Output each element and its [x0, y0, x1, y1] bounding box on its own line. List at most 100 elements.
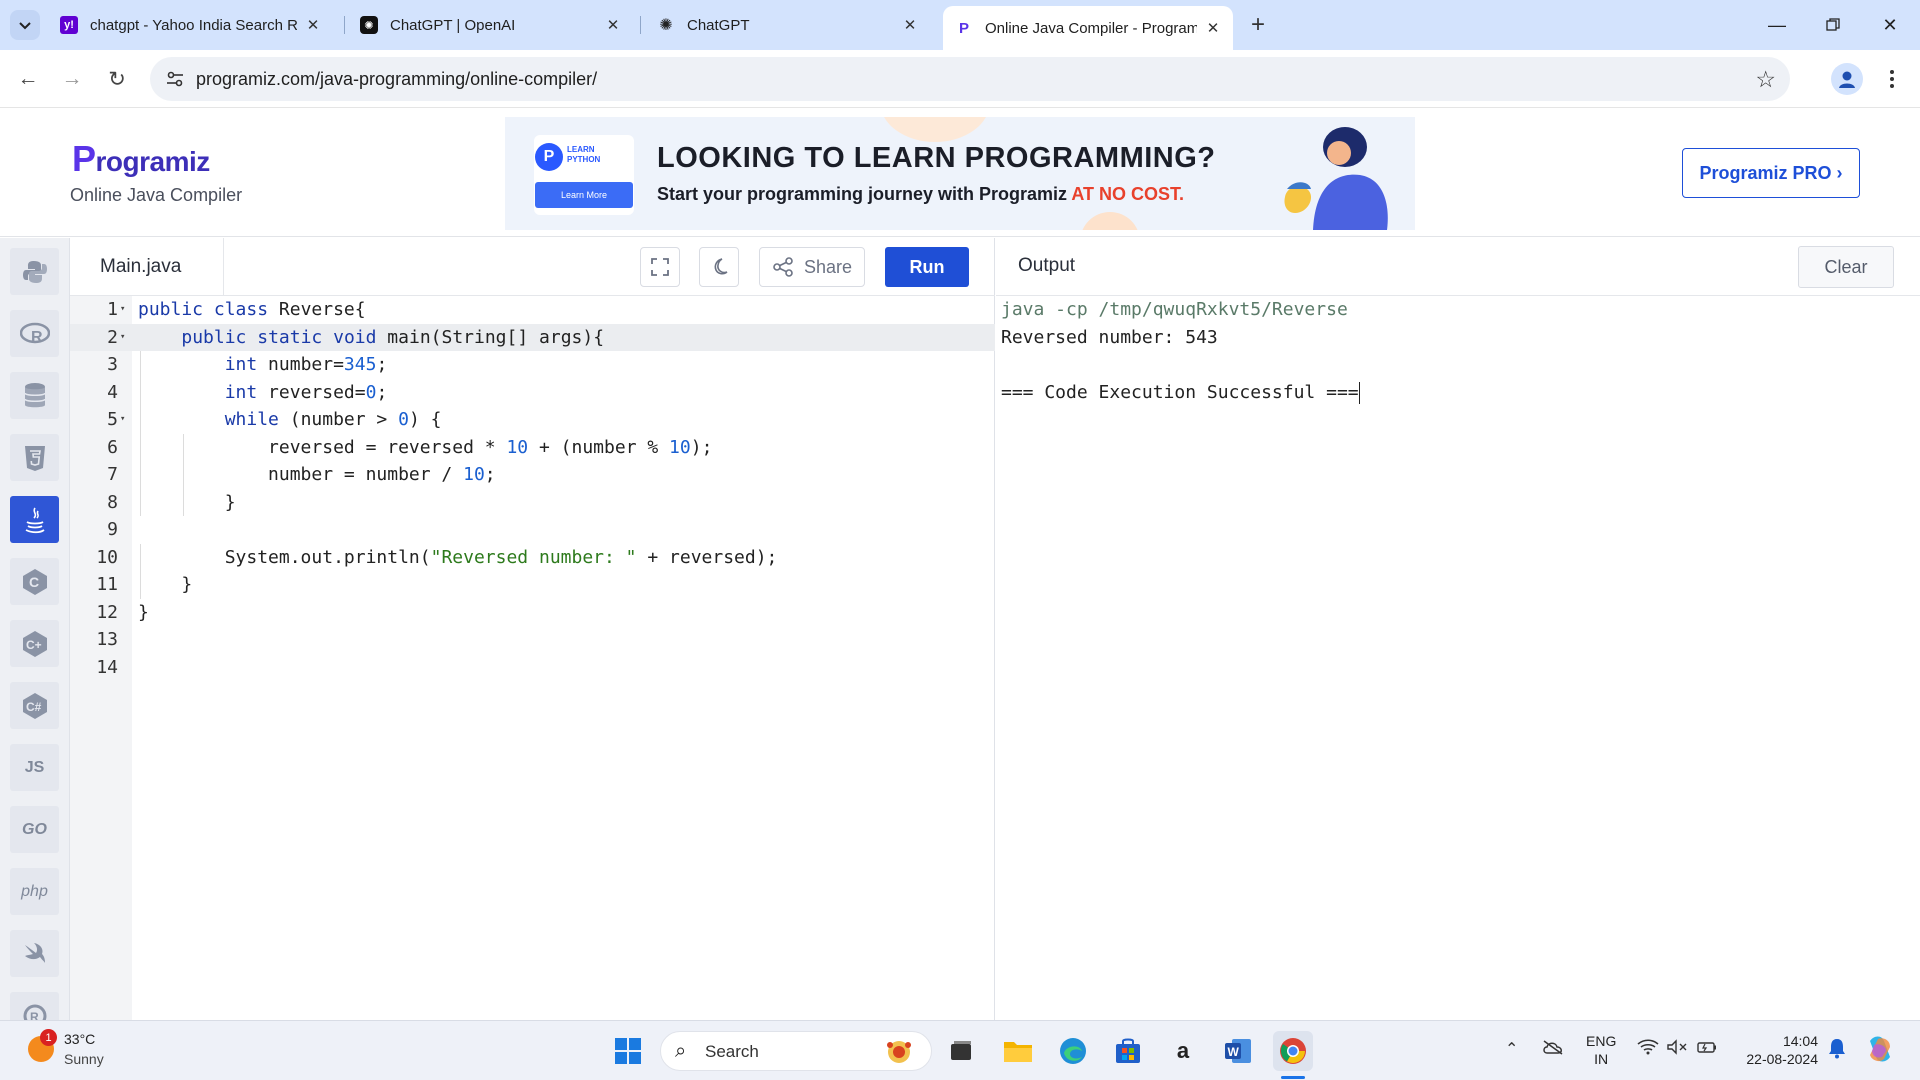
task-view-button[interactable] — [941, 1031, 981, 1071]
banner-illustration — [1284, 127, 1388, 230]
language-csharp-button[interactable]: C# — [10, 682, 59, 729]
code-line[interactable]: 14 — [70, 654, 995, 682]
language-cpp-button[interactable]: C+ — [10, 620, 59, 667]
language-java-button[interactable] — [10, 496, 59, 543]
output-console[interactable]: java -cp /tmp/qwuqRxkvt5/Reverse Reverse… — [1001, 296, 1360, 406]
swift-icon — [24, 942, 45, 963]
notification-bell-icon[interactable] — [1827, 1037, 1847, 1064]
code-line[interactable]: 3 int number=345; — [70, 351, 995, 379]
language-javascript-button[interactable]: JS — [10, 744, 59, 791]
ad-banner[interactable]: P LEARN PYTHON Learn More LOOKING TO LEAR… — [505, 117, 1415, 230]
openai-icon: ✺ — [360, 16, 378, 34]
microsoft-store-button[interactable] — [1108, 1031, 1148, 1071]
share-icon — [773, 257, 793, 277]
amazon-button[interactable]: a — [1163, 1031, 1203, 1071]
run-button[interactable]: Run — [885, 247, 969, 287]
programiz-pro-button[interactable]: Programiz PRO › — [1682, 148, 1860, 198]
code-line[interactable]: 6 reversed = reversed * 10 + (number % 1… — [70, 433, 995, 461]
tab-yahoo-search[interactable]: y! chatgpt - Yahoo India Search Re ✕ — [48, 8, 333, 42]
close-tab-icon[interactable]: ✕ — [1205, 20, 1221, 37]
code-line[interactable]: 12} — [70, 599, 995, 627]
wifi-icon[interactable] — [1637, 1039, 1659, 1060]
file-tab-main-java[interactable]: Main.java — [70, 238, 224, 296]
c-language-icon: C — [22, 568, 47, 595]
language-sql-button[interactable] — [10, 372, 59, 419]
code-line[interactable]: 9 — [70, 516, 995, 544]
output-toolbar: Output Clear — [996, 238, 1920, 296]
weather-description[interactable]: Sunny — [64, 1051, 104, 1067]
word-button[interactable]: W — [1218, 1031, 1258, 1071]
code-line[interactable]: 7 number = number / 10; — [70, 461, 995, 489]
svg-text:R: R — [31, 329, 43, 346]
back-button[interactable]: ← — [12, 63, 44, 95]
learn-more-button[interactable]: Learn More — [535, 182, 633, 208]
php-label: php — [21, 882, 48, 900]
bookmark-star-icon[interactable]: ☆ — [1755, 66, 1776, 93]
site-header: Programiz Online Java Compiler P LEARN PY… — [0, 108, 1920, 237]
share-button[interactable]: Share — [759, 247, 865, 287]
programiz-logo[interactable]: Programiz — [72, 138, 210, 180]
code-line[interactable]: 8 } — [70, 488, 995, 516]
code-line[interactable]: 13 — [70, 626, 995, 654]
weather-temperature[interactable]: 33°C — [64, 1031, 95, 1047]
battery-icon[interactable] — [1696, 1039, 1718, 1060]
close-tab-icon[interactable]: ✕ — [605, 17, 621, 34]
line-number: 11 — [96, 574, 118, 595]
language-go-button[interactable]: GO — [10, 806, 59, 853]
start-button[interactable] — [608, 1031, 648, 1071]
chrome-button[interactable] — [1273, 1031, 1313, 1071]
tab-search-button[interactable] — [10, 10, 40, 40]
site-info-icon[interactable] — [165, 69, 185, 89]
minimize-button[interactable]: — — [1762, 10, 1792, 40]
language-swift-button[interactable] — [10, 930, 59, 977]
line-number: 2 — [107, 326, 118, 348]
fold-toggle-icon[interactable]: ▾ — [120, 324, 125, 352]
volume-muted-icon[interactable] — [1666, 1039, 1688, 1060]
reload-button[interactable]: ↻ — [101, 63, 133, 95]
fullscreen-button[interactable] — [640, 247, 680, 287]
close-window-button[interactable]: ✕ — [1875, 10, 1905, 40]
restore-button[interactable] — [1818, 10, 1848, 40]
close-tab-icon[interactable]: ✕ — [902, 17, 918, 34]
clear-button[interactable]: Clear — [1798, 246, 1894, 288]
language-php-button[interactable]: php — [10, 868, 59, 915]
tab-online-java-compiler[interactable]: P Online Java Compiler - Program ✕ — [943, 6, 1233, 50]
windows-taskbar: 1 33°C Sunny ⌕ Search a W ⌃ ENG IN 14:04… — [0, 1020, 1920, 1080]
new-tab-button[interactable]: + — [1245, 11, 1271, 38]
code-text: public class Reverse{ — [138, 299, 366, 320]
url-text[interactable]: programiz.com/java-programming/online-co… — [196, 69, 597, 90]
fold-toggle-icon[interactable]: ▾ — [120, 296, 125, 324]
address-bar[interactable]: programiz.com/java-programming/online-co… — [150, 57, 1790, 101]
code-text: while (number > 0) { — [224, 409, 442, 430]
code-line[interactable]: 2 ▾ public static void main(String[] args… — [70, 323, 995, 352]
copilot-icon[interactable] — [1864, 1033, 1896, 1070]
windows-logo-icon — [615, 1038, 641, 1064]
close-tab-icon[interactable]: ✕ — [305, 17, 321, 34]
onedrive-icon[interactable] — [1542, 1039, 1564, 1060]
language-r-button[interactable]: R — [10, 310, 59, 357]
file-explorer-button[interactable] — [998, 1031, 1038, 1071]
code-line[interactable]: 11 } — [70, 571, 995, 599]
code-line[interactable]: 1 ▾ public class Reverse{ — [70, 296, 995, 324]
show-hidden-icons-button[interactable]: ⌃ — [1505, 1039, 1518, 1059]
code-area[interactable]: 1 ▾ public class Reverse{2 ▾ public static … — [70, 296, 995, 681]
dark-mode-toggle[interactable] — [699, 247, 739, 287]
browser-menu-button[interactable] — [1880, 63, 1904, 95]
code-line[interactable]: 10 System.out.println("Reversed number: … — [70, 543, 995, 571]
language-c-button[interactable]: C — [10, 558, 59, 605]
taskbar-search-box[interactable]: ⌕ Search — [660, 1031, 932, 1071]
language-python-button[interactable] — [10, 248, 59, 295]
code-line[interactable]: 5 ▾ while (number > 0) { — [70, 406, 995, 434]
edge-browser-button[interactable] — [1053, 1031, 1093, 1071]
profile-avatar[interactable] — [1831, 63, 1863, 95]
code-text: System.out.println("Reversed number: " +… — [138, 546, 778, 568]
system-clock[interactable]: 14:04 22-08-2024 — [1738, 1032, 1818, 1068]
input-language-indicator[interactable]: ENG IN — [1586, 1032, 1616, 1068]
forward-button[interactable]: → — [56, 63, 88, 95]
code-line[interactable]: 4 int reversed=0; — [70, 378, 995, 406]
language-rust-button[interactable]: R — [10, 992, 59, 1020]
tab-chatgpt-openai[interactable]: ✺ ChatGPT | OpenAI ✕ — [348, 8, 633, 42]
language-html-button[interactable] — [10, 434, 59, 481]
tab-chatgpt[interactable]: ✺ ChatGPT ✕ — [645, 8, 930, 42]
fold-toggle-icon[interactable]: ▾ — [120, 406, 125, 434]
